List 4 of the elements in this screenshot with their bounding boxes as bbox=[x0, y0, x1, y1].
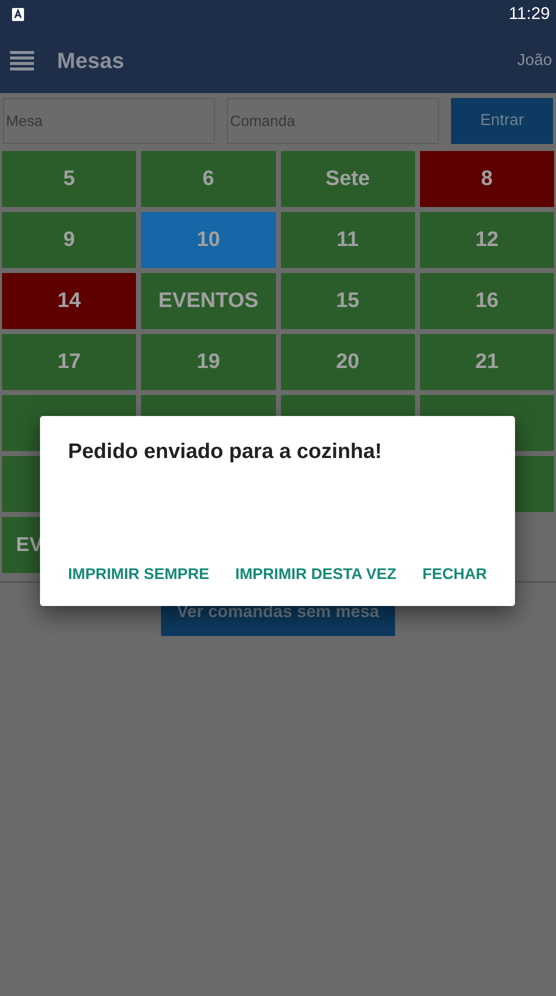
user-name: João bbox=[517, 52, 552, 70]
dialog-message: Pedido enviado para a cozinha! bbox=[68, 440, 383, 464]
screen-title: Mesas bbox=[57, 48, 126, 74]
clock-time: 11:29 bbox=[508, 4, 550, 24]
